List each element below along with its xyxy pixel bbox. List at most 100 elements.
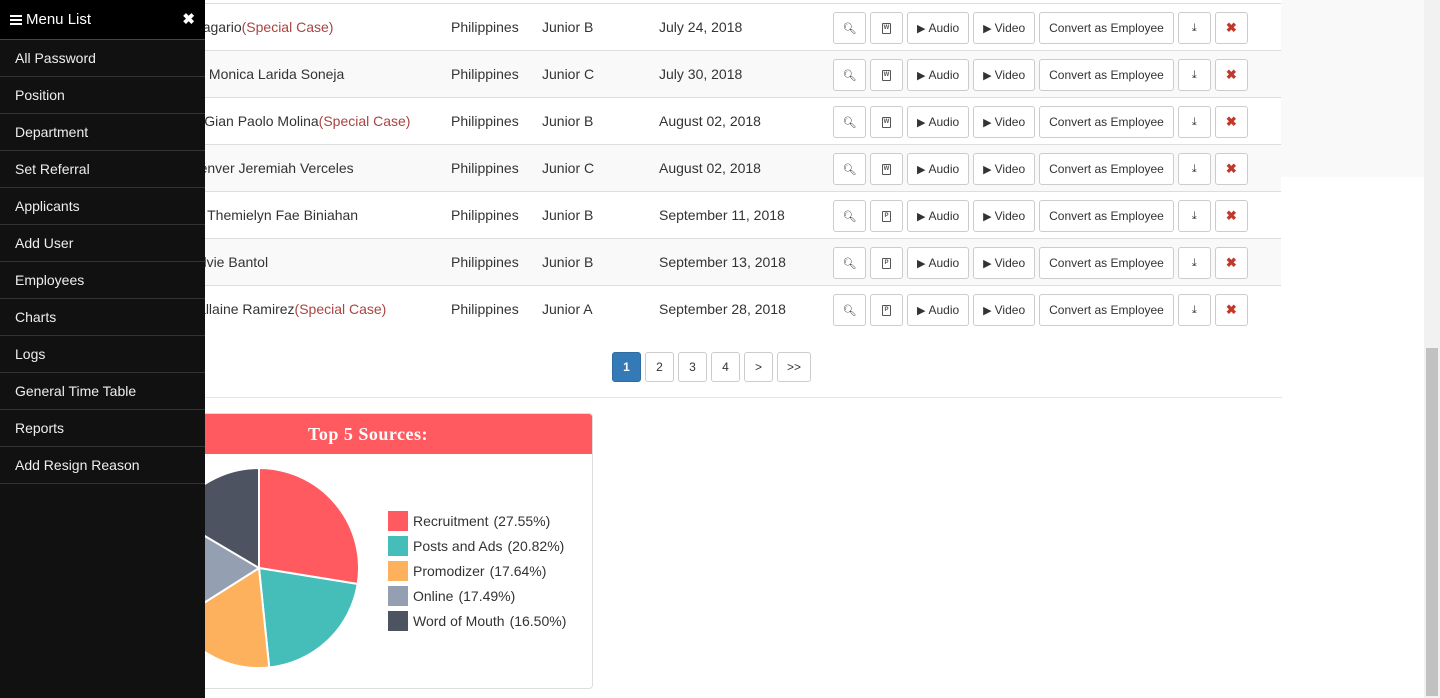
pdf-file-icon: P [882, 304, 891, 316]
vertical-scrollbar[interactable] [1424, 0, 1440, 698]
page-button-1[interactable]: 1 [612, 352, 641, 382]
delete-button[interactable]: ✖ [1214, 59, 1248, 91]
download-button[interactable]: ⤓ [1177, 153, 1211, 185]
delete-button[interactable]: ✖ [1214, 153, 1248, 185]
chart-legend: Recruitment (27.55%) Posts and Ads (20.82%)… [388, 508, 566, 633]
play-icon: ▶ [983, 69, 992, 82]
download-button[interactable]: ⤓ [1177, 247, 1211, 279]
document-button[interactable]: W [870, 153, 903, 185]
view-button[interactable]: 🔍︎ [833, 59, 866, 91]
document-button[interactable]: W [870, 106, 903, 138]
audio-button[interactable]: ▶ Audio [907, 106, 970, 138]
sidebar-item-all-password[interactable]: All Password [0, 40, 205, 77]
row-actions: 🔍︎ W ▶ Audio ▶ Video Convert as Employee ⤓ ✖ [833, 106, 1248, 138]
zoom-icon: 🔍︎ [842, 210, 857, 223]
video-button[interactable]: ▶ Video [973, 200, 1036, 232]
date-cell: August 02, 2018 [659, 113, 761, 129]
convert-as-employee-button[interactable]: Convert as Employee [1039, 59, 1174, 91]
legend-value: (27.55%) [493, 512, 551, 529]
download-button[interactable]: ⤓ [1177, 294, 1211, 326]
audio-button[interactable]: ▶ Audio [907, 59, 970, 91]
legend-value: (16.50%) [509, 612, 567, 629]
sidebar-item-add-resign-reason[interactable]: Add Resign Reason [0, 447, 205, 484]
scrollbar-thumb[interactable] [1426, 348, 1438, 696]
download-button[interactable]: ⤓ [1177, 59, 1211, 91]
convert-as-employee-button[interactable]: Convert as Employee [1039, 200, 1174, 232]
sidebar-item-reports[interactable]: Reports [0, 410, 205, 447]
pagination: 1 2 3 4 > >> [612, 352, 812, 382]
special-case-label: (Special Case) [241, 19, 334, 35]
table-row: Lucio, Lallaine Ramirez(Special Case) Phi… [143, 285, 1281, 332]
download-button[interactable]: ⤓ [1177, 200, 1211, 232]
view-button[interactable]: 🔍︎ [833, 294, 866, 326]
country-cell: Philippines [451, 207, 519, 223]
document-button[interactable]: W [870, 59, 903, 91]
play-icon: ▶ [917, 22, 926, 35]
sidebar-item-employees[interactable]: Employees [0, 262, 205, 299]
view-button[interactable]: 🔍︎ [833, 247, 866, 279]
page-button-4[interactable]: 4 [711, 352, 740, 382]
play-icon: ▶ [917, 257, 926, 270]
document-button[interactable]: P [870, 200, 903, 232]
legend-item: Recruitment (27.55%) [388, 508, 566, 533]
page-button-6[interactable]: >> [777, 352, 812, 382]
pdf-file-icon: P [882, 257, 891, 269]
sidebar-item-logs[interactable]: Logs [0, 336, 205, 373]
download-button[interactable]: ⤓ [1177, 106, 1211, 138]
video-button[interactable]: ▶ Video [973, 12, 1036, 44]
view-button[interactable]: 🔍︎ [833, 12, 866, 44]
video-button[interactable]: ▶ Video [973, 247, 1036, 279]
sidebar-item-add-user[interactable]: Add User [0, 225, 205, 262]
page-button-5[interactable]: > [744, 352, 773, 382]
delete-button[interactable]: ✖ [1214, 247, 1248, 279]
play-icon: ▶ [983, 22, 992, 35]
delete-button[interactable]: ✖ [1214, 294, 1248, 326]
video-button[interactable]: ▶ Video [973, 294, 1036, 326]
delete-button[interactable]: ✖ [1214, 12, 1248, 44]
applicants-table: Randy Sagario(Special Case)PhilippinesJu… [143, 3, 1281, 332]
legend-item: Online (17.49%) [388, 583, 566, 608]
audio-button[interactable]: ▶ Audio [907, 12, 970, 44]
legend-label: Promodizer [413, 562, 485, 579]
play-icon: ▶ [983, 163, 992, 176]
audio-button[interactable]: ▶ Audio [907, 294, 970, 326]
legend-value: (17.64%) [489, 562, 547, 579]
delete-button[interactable]: ✖ [1214, 106, 1248, 138]
sidebar-item-charts[interactable]: Charts [0, 299, 205, 336]
video-label: Video [994, 21, 1026, 35]
country-cell: Philippines [451, 160, 519, 176]
page-button-2[interactable]: 2 [645, 352, 674, 382]
play-icon: ▶ [917, 210, 926, 223]
sidebar-item-general-time-table[interactable]: General Time Table [0, 373, 205, 410]
video-button[interactable]: ▶ Video [973, 59, 1036, 91]
sidebar-item-applicants[interactable]: Applicants [0, 188, 205, 225]
video-button[interactable]: ▶ Video [973, 153, 1036, 185]
convert-as-employee-button[interactable]: Convert as Employee [1039, 12, 1174, 44]
audio-button[interactable]: ▶ Audio [907, 247, 970, 279]
document-button[interactable]: W [870, 12, 903, 44]
convert-as-employee-button[interactable]: Convert as Employee [1039, 294, 1174, 326]
sidebar-item-department[interactable]: Department [0, 114, 205, 151]
audio-button[interactable]: ▶ Audio [907, 153, 970, 185]
document-button[interactable]: P [870, 294, 903, 326]
audio-button[interactable]: ▶ Audio [907, 200, 970, 232]
convert-as-employee-button[interactable]: Convert as Employee [1039, 106, 1174, 138]
delete-button[interactable]: ✖ [1214, 200, 1248, 232]
play-icon: ▶ [983, 257, 992, 270]
sidebar-item-position[interactable]: Position [0, 77, 205, 114]
convert-as-employee-button[interactable]: Convert as Employee [1039, 247, 1174, 279]
view-button[interactable]: 🔍︎ [833, 200, 866, 232]
download-button[interactable]: ⤓ [1177, 12, 1211, 44]
hamburger-icon[interactable] [10, 13, 22, 27]
sidebar-item-set-referral[interactable]: Set Referral [0, 151, 205, 188]
divider [143, 397, 1282, 398]
document-button[interactable]: P [870, 247, 903, 279]
close-icon[interactable]: ✖ [182, 10, 195, 28]
view-button[interactable]: 🔍︎ [833, 106, 866, 138]
convert-as-employee-button[interactable]: Convert as Employee [1039, 153, 1174, 185]
page-button-3[interactable]: 3 [678, 352, 707, 382]
video-button[interactable]: ▶ Video [973, 106, 1036, 138]
zoom-icon: 🔍︎ [842, 304, 857, 317]
view-button[interactable]: 🔍︎ [833, 153, 866, 185]
word-file-icon: W [882, 22, 891, 34]
